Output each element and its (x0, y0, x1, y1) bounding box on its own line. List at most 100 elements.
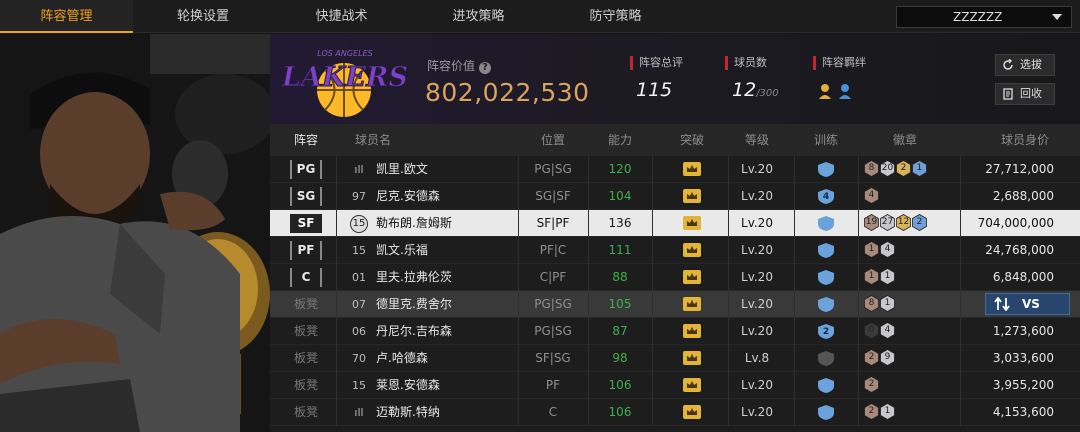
crown-icon[interactable] (683, 243, 701, 257)
crown-icon[interactable] (683, 216, 701, 230)
player-name[interactable]: 勒布朗.詹姆斯 (376, 210, 452, 237)
compare-vs-button[interactable]: VS (985, 293, 1070, 315)
crown-icon[interactable] (683, 189, 701, 203)
recycle-button[interactable]: 回收 (995, 83, 1055, 105)
crown-icon[interactable] (683, 270, 701, 284)
tab-lineup[interactable]: 阵容管理 (0, 0, 133, 33)
player-worth: 1,273,600 (992, 324, 1054, 338)
col-badges: 徽章 (892, 133, 917, 147)
training-icon[interactable] (817, 405, 835, 420)
badge-list[interactable]: 2 (864, 376, 880, 395)
crown-icon[interactable] (683, 405, 701, 419)
player-level: Lv.20 (741, 270, 773, 284)
column-divider (588, 156, 589, 183)
player-ability: 87 (612, 324, 628, 338)
player-name[interactable]: 凯文.乐福 (376, 237, 428, 264)
player-worth: 704,000,000 (977, 216, 1054, 230)
jersey-number: 70 (352, 352, 366, 365)
table-row[interactable]: PF 15 凯文.乐福 PF|C 111 Lv.20 1 4 24,768,000 (270, 237, 1080, 264)
position-slot[interactable]: SG (290, 187, 322, 206)
position-slot[interactable]: PG (290, 160, 322, 179)
player-name[interactable]: 卢.哈德森 (376, 345, 428, 372)
badge-hex-icon: 1 (880, 403, 895, 420)
table-row[interactable]: 板凳 06 丹尼尔.吉布森 PG|SG 87 Lv.20 2 0 4 1,273,600 (270, 318, 1080, 345)
table-row[interactable]: 板凳 70 卢.哈德森 SF|SG 98 Lv.8 2 9 3,033,600 (270, 345, 1080, 372)
column-divider (960, 237, 961, 264)
column-divider (858, 210, 859, 237)
lineup-value-label-text: 阵容价值 (427, 59, 476, 73)
table-row[interactable]: 板凳 ıll 迈勒斯.特纳 C 106 Lv.20 2 1 4,153,600 (270, 399, 1080, 426)
badge-list[interactable]: 11 (864, 268, 896, 287)
position-slot[interactable]: PF (290, 241, 322, 260)
training-icon[interactable] (817, 270, 835, 285)
crown-icon[interactable] (683, 297, 701, 311)
table-row[interactable]: SF 15 勒布朗.詹姆斯 SF|PF 136 Lv.20 19 27 12 2 704,000,0… (270, 210, 1080, 237)
col-worth: 球员身价 (1000, 133, 1049, 147)
position-slot[interactable]: SF (290, 214, 322, 233)
badge-list[interactable]: 8 20 2 1 (864, 160, 928, 179)
select-button[interactable]: 选拔 (995, 54, 1055, 76)
player-level: Lv.20 (741, 162, 773, 176)
player-position: SF|PF (536, 216, 570, 230)
training-count: 4 (822, 192, 830, 202)
player-ability: 104 (608, 189, 632, 203)
team-select[interactable]: ZZZZZZ (896, 6, 1072, 28)
col-position: 位置 (540, 133, 565, 147)
column-divider (518, 156, 519, 183)
position-slot[interactable]: C (290, 268, 322, 287)
bench-label: 板凳 (294, 378, 319, 392)
player-position: C|PF (539, 270, 567, 284)
column-divider (652, 210, 653, 237)
column-divider (960, 183, 961, 210)
player-name[interactable]: 凯里.欧文 (376, 156, 428, 183)
table-row[interactable]: SG 97 尼克.安德森 SG|SF 104 Lv.20 4 4 2,688,000 (270, 183, 1080, 210)
training-icon[interactable] (817, 162, 835, 177)
column-divider (588, 345, 589, 372)
crown-icon[interactable] (683, 351, 701, 365)
badge-count: 12 (897, 217, 910, 227)
crown-icon[interactable] (683, 378, 701, 392)
bench-label: 板凳 (294, 405, 319, 419)
badge-list[interactable]: 4 (864, 187, 880, 206)
player-name[interactable]: 迈勒斯.特纳 (376, 399, 440, 426)
badge-hex-icon: 1 (864, 241, 879, 258)
player-ability: 120 (608, 162, 632, 176)
column-divider (858, 318, 859, 345)
training-icon[interactable] (817, 297, 835, 312)
badge-list[interactable]: 14 (864, 241, 896, 260)
table-row[interactable]: C 01 里夫.拉弗伦茨 C|PF 88 Lv.20 1 1 6,848,000 (270, 264, 1080, 291)
player-position: SG|SF (535, 189, 571, 203)
training-icon[interactable] (817, 378, 835, 393)
tab-defense[interactable]: 防守策略 (547, 0, 684, 33)
badge-list[interactable]: 19 27 12 2 (864, 214, 928, 233)
player-name[interactable]: 德里克.费舍尔 (376, 291, 452, 318)
badge-hex-icon: 2 (864, 349, 879, 366)
crown-icon[interactable] (683, 162, 701, 176)
column-divider (960, 345, 961, 372)
crown-icon[interactable] (683, 324, 701, 338)
player-name[interactable]: 丹尼尔.吉布森 (376, 318, 452, 345)
tab-quick-tactics[interactable]: 快捷战术 (273, 0, 410, 33)
badge-list[interactable]: 04 (864, 322, 896, 341)
badge-hex-icon: 20 (880, 160, 895, 177)
player-name[interactable]: 里夫.拉弗伦茨 (376, 264, 452, 291)
help-icon[interactable]: ? (479, 62, 492, 74)
table-row[interactable]: 板凳 07 德里克.费舍尔 PG|SG 105 Lv.20 8 1 VS (270, 291, 1080, 318)
badge-list[interactable]: 21 (864, 403, 896, 422)
player-name[interactable]: 莱恩.安德森 (376, 372, 440, 399)
training-icon[interactable] (817, 243, 835, 258)
badge-list[interactable]: 81 (864, 295, 896, 314)
bond-icons[interactable] (818, 82, 862, 100)
tab-offense[interactable]: 进攻策略 (410, 0, 547, 33)
badge-count: 2 (868, 352, 875, 362)
player-name[interactable]: 尼克.安德森 (376, 183, 440, 210)
table-row[interactable]: 板凳 15 莱恩.安德森 PF 106 Lv.20 2 3,955,200 (270, 372, 1080, 399)
training-icon[interactable] (817, 216, 835, 231)
column-divider (518, 264, 519, 291)
badge-hex-icon: 1 (880, 295, 895, 312)
player-level: Lv.20 (741, 378, 773, 392)
training-icon[interactable] (817, 351, 835, 366)
table-row[interactable]: PG ıll 凯里.欧文 PG|SG 120 Lv.20 8 20 2 1 27,712,000 (270, 156, 1080, 183)
badge-list[interactable]: 29 (864, 349, 896, 368)
tab-rotation[interactable]: 轮换设置 (133, 0, 273, 33)
